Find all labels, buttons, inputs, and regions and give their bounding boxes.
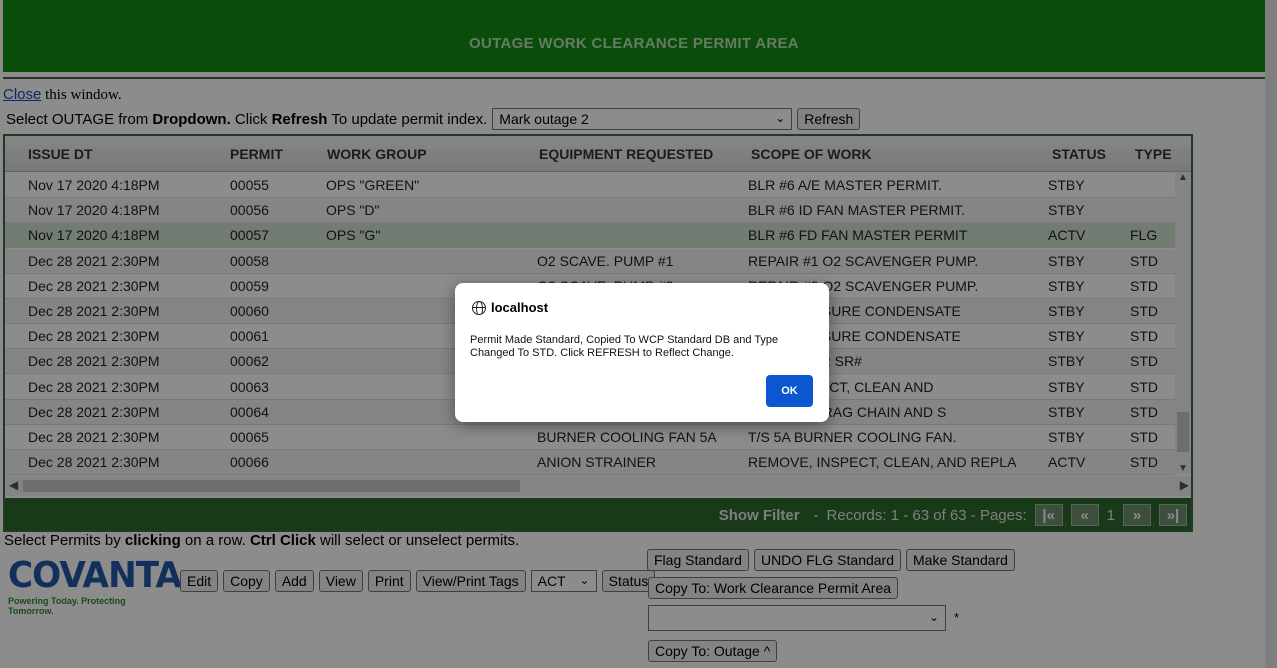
alert-dialog: localhost Permit Made Standard, Copied T…: [455, 283, 829, 422]
globe-icon: [472, 300, 486, 315]
ok-button[interactable]: OK: [766, 375, 813, 407]
dialog-origin: localhost: [472, 300, 548, 315]
dialog-message: Permit Made Standard, Copied To WCP Stan…: [470, 334, 779, 359]
dialog-origin-text: localhost: [491, 300, 549, 315]
